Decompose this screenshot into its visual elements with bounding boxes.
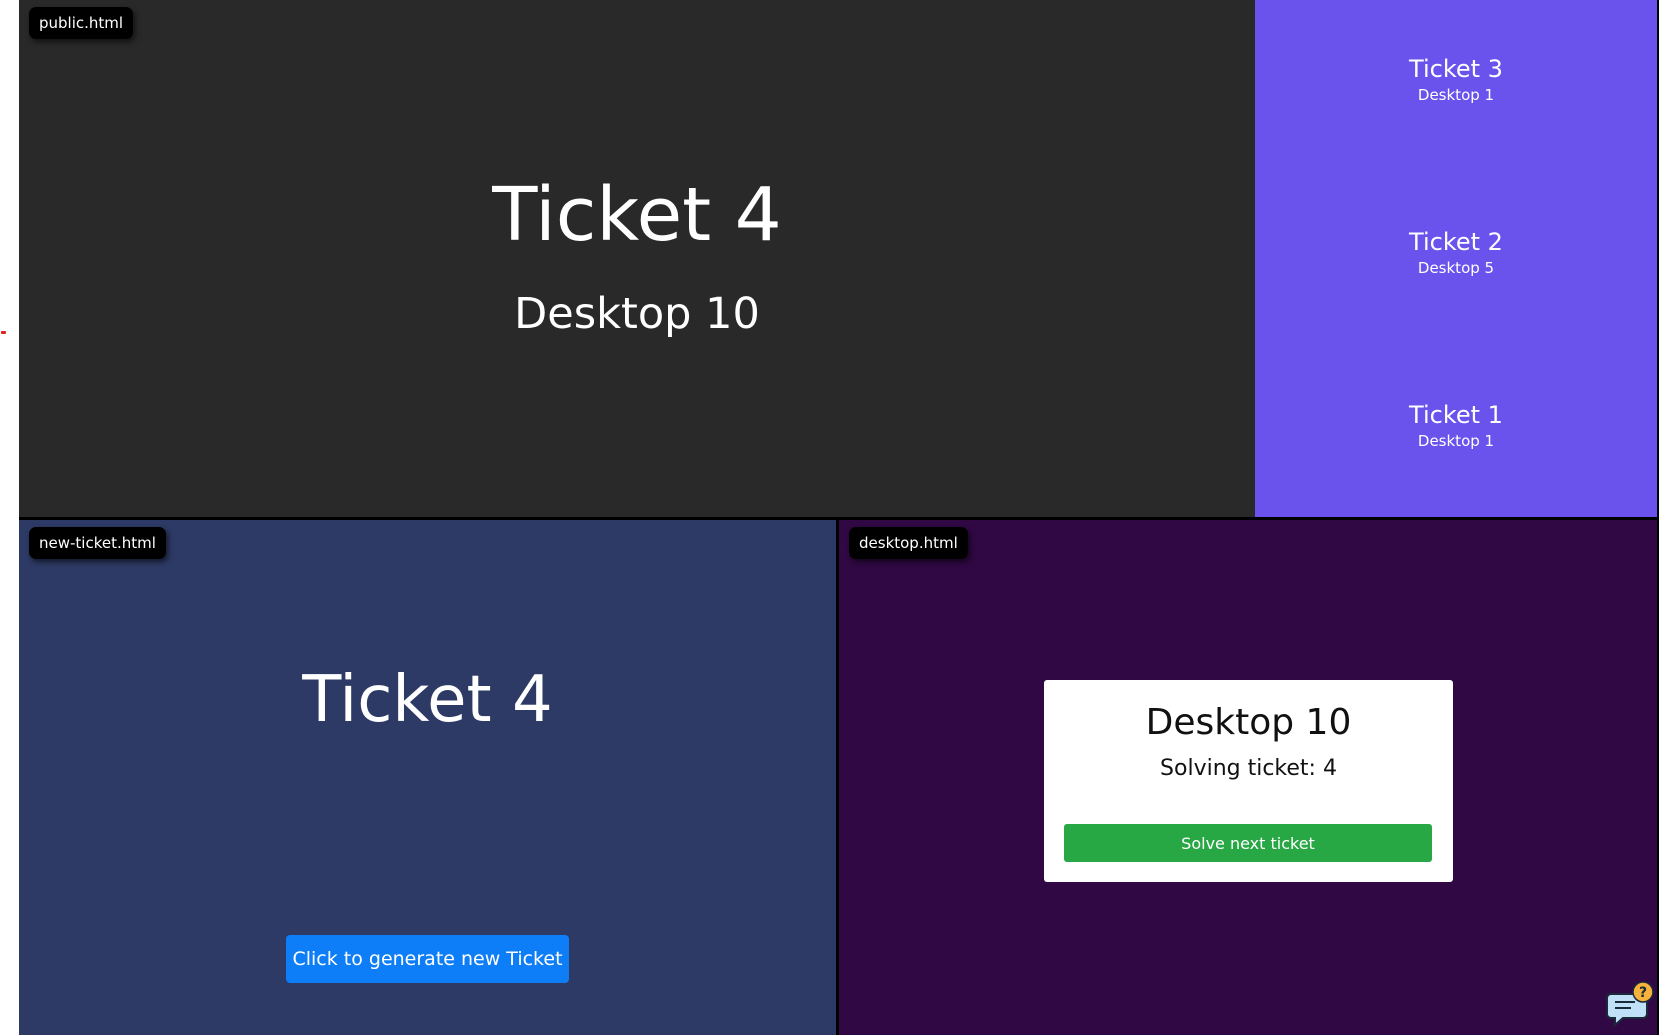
recent-desktop-label: Desktop 1 [1417, 432, 1495, 451]
desktop-file-label: desktop.html [849, 527, 968, 559]
horizontal-divider [19, 517, 1659, 520]
new-ticket-number: Ticket 4 [302, 663, 553, 737]
public-recent-tickets: Ticket 3 Desktop 1 Ticket 2 Desktop 5 Ti… [1255, 0, 1657, 517]
vertical-divider [836, 517, 839, 1035]
new-ticket-frame: Ticket 4 Click to generate new Ticket ne… [19, 520, 836, 1035]
recent-desktop-label: Desktop 1 [1417, 86, 1495, 105]
public-main-panel: Ticket 4 Desktop 10 [19, 0, 1255, 517]
desktop-title: Desktop 10 [1145, 702, 1352, 743]
app-root: Ticket 4 Desktop 10 Ticket 3 Desktop 1 T… [0, 0, 1659, 1035]
solve-next-ticket-button[interactable]: Solve next ticket [1064, 824, 1432, 862]
generate-ticket-button[interactable]: Click to generate new Ticket [286, 935, 569, 983]
new-ticket-file-label: new-ticket.html [29, 527, 166, 559]
public-frame: Ticket 4 Desktop 10 Ticket 3 Desktop 1 T… [19, 0, 1657, 517]
left-gutter [0, 0, 19, 1035]
recent-ticket-label: Ticket 3 [1409, 55, 1503, 83]
recent-ticket-item: Ticket 1 Desktop 1 [1255, 401, 1657, 451]
red-marker [1, 331, 6, 334]
desktop-card: Desktop 10 Solving ticket: 4 Solve next … [1044, 680, 1453, 882]
public-file-label: public.html [29, 7, 134, 39]
solving-ticket-label: Solving ticket: 4 [1160, 756, 1337, 781]
help-symbol: ? [1639, 985, 1647, 1001]
recent-desktop-label: Desktop 5 [1417, 259, 1495, 278]
desktop-frame: Desktop 10 Solving ticket: 4 Solve next … [839, 520, 1657, 1035]
recent-ticket-item: Ticket 2 Desktop 5 [1255, 228, 1657, 278]
public-current-desktop: Desktop 10 [514, 289, 760, 339]
chat-help-icon[interactable]: ? [1605, 980, 1655, 1030]
recent-ticket-label: Ticket 1 [1409, 401, 1503, 429]
recent-ticket-label: Ticket 2 [1409, 228, 1503, 256]
public-current-ticket: Ticket 4 [492, 172, 782, 258]
recent-ticket-item: Ticket 3 Desktop 1 [1255, 55, 1657, 105]
